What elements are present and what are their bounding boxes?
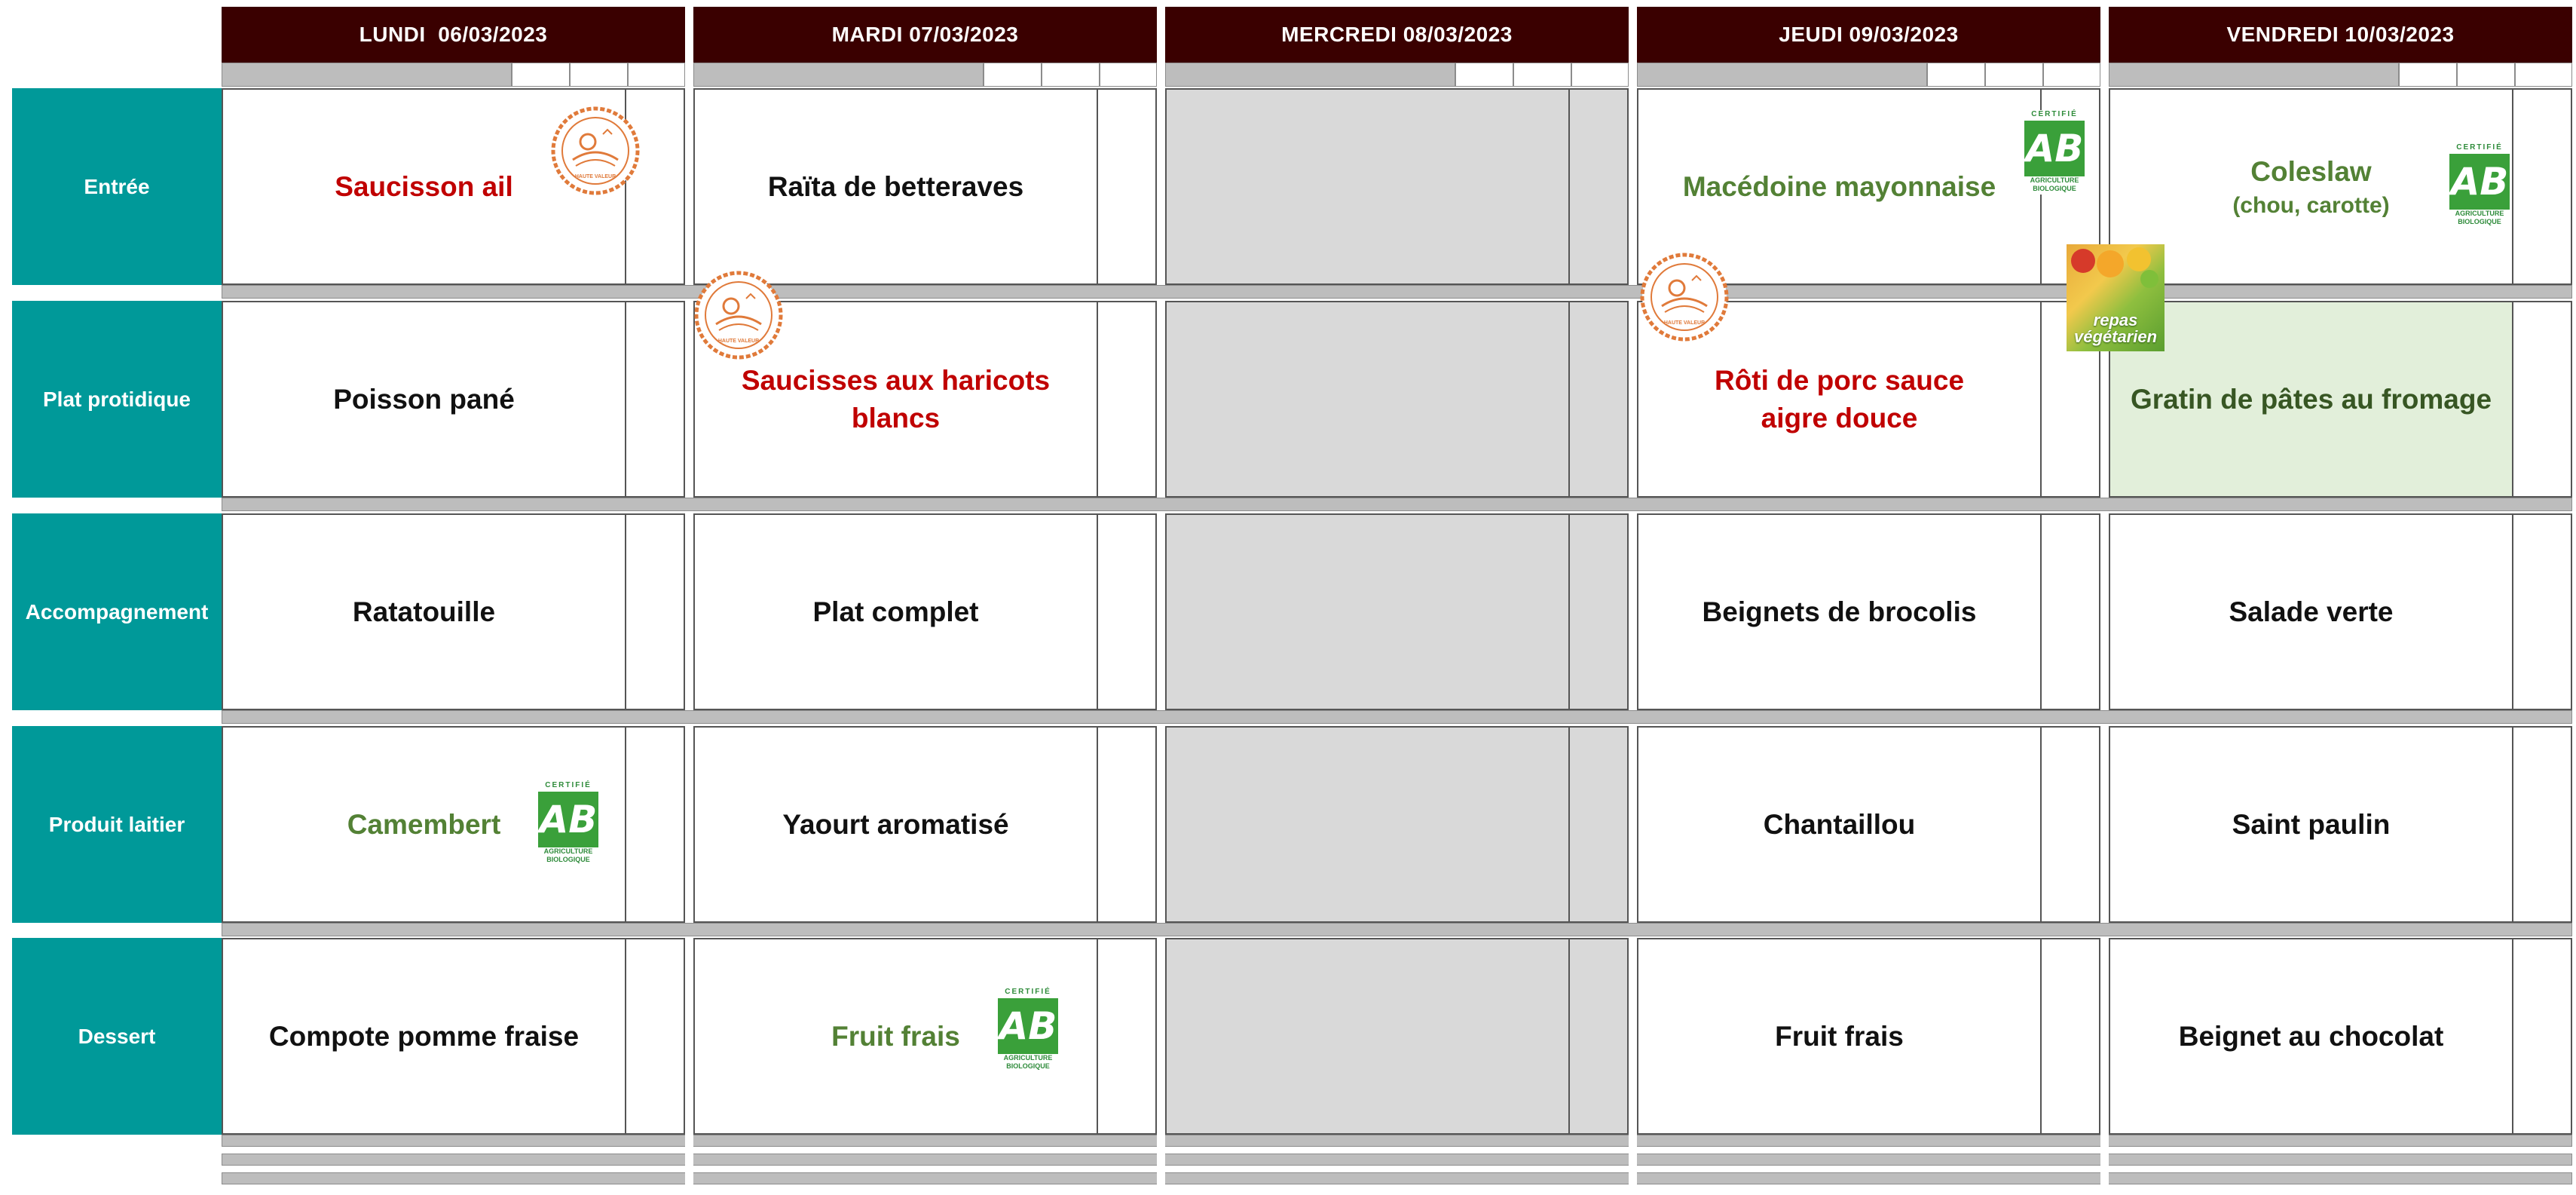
dish-name: Ratatouille bbox=[352, 596, 496, 627]
dish-name: Coleslaw bbox=[2250, 156, 2372, 188]
agriculture-biologique-icon: CERTIFIÉ AB AGRICULTURE BIOLOGIQUE bbox=[538, 781, 598, 866]
dish-name: Yaourt aromatisé bbox=[782, 808, 1009, 840]
dish-subtitle: (chou, carotte) bbox=[2232, 192, 2390, 218]
day-subheader-lundi bbox=[222, 63, 685, 87]
row-label-accompagnement: Accompagnement bbox=[12, 513, 222, 710]
day-subheader-mercredi bbox=[1165, 63, 1629, 87]
menu-cell-mercredi-dessert bbox=[1165, 938, 1629, 1135]
row-label-produit-laitier: Produit laitier bbox=[12, 726, 222, 923]
agriculture-biologique-icon: CERTIFIÉ AB AGRICULTURE BIOLOGIQUE bbox=[998, 988, 1058, 1072]
svg-text:HAUTE VALEUR: HAUTE VALEUR bbox=[1664, 320, 1705, 326]
dish-name: Chantaillou bbox=[1763, 808, 1916, 840]
menu-cell-jeudi-laitier: Chantaillou bbox=[1637, 726, 2100, 923]
menu-cell-lundi-dessert: Compote pomme fraise bbox=[222, 938, 685, 1135]
menu-cell-mercredi-plat bbox=[1165, 301, 1629, 498]
day-header-vendredi: VENDREDI 10/03/2023 bbox=[2109, 7, 2572, 63]
day-header-mercredi: MERCREDI 08/03/2023 bbox=[1165, 7, 1629, 63]
day-header-lundi: LUNDI 06/03/2023 bbox=[222, 7, 685, 63]
dish-name: Raïta de betteraves bbox=[767, 170, 1024, 202]
menu-cell-jeudi-accompagnement: Beignets de brocolis bbox=[1637, 513, 2100, 710]
haute-valeur-environnementale-icon: HAUTE VALEUR bbox=[694, 271, 783, 360]
dish-name: Salade verte bbox=[2229, 596, 2394, 627]
svg-text:HAUTE VALEUR: HAUTE VALEUR bbox=[718, 339, 759, 344]
day-header-mardi: MARDI 07/03/2023 bbox=[693, 7, 1157, 63]
menu-cell-vendredi-dessert: Beignet au chocolat bbox=[2109, 938, 2572, 1135]
day-subheader-mardi bbox=[693, 63, 1157, 87]
row-separator bbox=[222, 498, 2572, 511]
dish-name: Plat complet bbox=[812, 596, 979, 627]
bottom-stripe bbox=[222, 1172, 2572, 1184]
dish-name: Compote pomme fraise bbox=[268, 1020, 580, 1052]
bottom-stripe bbox=[222, 1154, 2572, 1166]
dish-name: Gratin de pâtes au fromage bbox=[2110, 302, 2512, 496]
menu-cell-vendredi-accompagnement: Salade verte bbox=[2109, 513, 2572, 710]
menu-cell-mardi-entree: Raïta de betteraves bbox=[693, 88, 1157, 285]
agriculture-biologique-icon: CERTIFIÉ AB AGRICULTURE BIOLOGIQUE bbox=[2449, 143, 2510, 228]
menu-cell-mardi-laitier: Yaourt aromatisé bbox=[693, 726, 1157, 923]
menu-cell-mercredi-accompagnement bbox=[1165, 513, 1629, 710]
row-separator bbox=[222, 923, 2572, 936]
dish-name: Saint paulin bbox=[2232, 808, 2391, 840]
menu-cell-lundi-laitier: Camembert bbox=[222, 726, 685, 923]
menu-cell-jeudi-dessert: Fruit frais bbox=[1637, 938, 2100, 1135]
menu-cell-mardi-dessert: Fruit frais bbox=[693, 938, 1157, 1135]
menu-cell-vendredi-plat: Gratin de pâtes au fromage bbox=[2109, 301, 2572, 498]
day-header-jeudi: JEUDI 09/03/2023 bbox=[1637, 7, 2100, 63]
bottom-stripe bbox=[222, 1135, 2572, 1147]
dish-name: Poisson pané bbox=[333, 383, 515, 415]
menu-cell-mercredi-entree bbox=[1165, 88, 1629, 285]
repas-vegetarien-icon: repas végétarien bbox=[2067, 244, 2165, 351]
menu-cell-mardi-accompagnement: Plat complet bbox=[693, 513, 1157, 710]
day-subheader-jeudi bbox=[1637, 63, 2100, 87]
row-label-plat-protidique: Plat protidique bbox=[12, 301, 222, 498]
dish-name: Fruit frais bbox=[1775, 1020, 1904, 1052]
row-separator bbox=[222, 710, 2572, 724]
svg-text:HAUTE VALEUR: HAUTE VALEUR bbox=[575, 174, 616, 179]
agriculture-biologique-icon: CERTIFIÉ AB AGRICULTURE BIOLOGIQUE bbox=[2024, 110, 2085, 195]
menu-cell-mercredi-laitier bbox=[1165, 726, 1629, 923]
day-subheader-vendredi bbox=[2109, 63, 2572, 87]
haute-valeur-environnementale-icon: HAUTE VALEUR bbox=[551, 106, 640, 195]
dish-name: Beignet au chocolat bbox=[2178, 1020, 2444, 1052]
menu-cell-lundi-plat: Poisson pané bbox=[222, 301, 685, 498]
row-label-entree: Entrée bbox=[12, 88, 222, 285]
row-label-dessert: Dessert bbox=[12, 938, 222, 1135]
menu-cell-lundi-accompagnement: Ratatouille bbox=[222, 513, 685, 710]
haute-valeur-environnementale-icon: HAUTE VALEUR bbox=[1640, 253, 1729, 342]
menu-cell-vendredi-laitier: Saint paulin bbox=[2109, 726, 2572, 923]
dish-name: Beignets de brocolis bbox=[1702, 596, 1977, 627]
row-separator bbox=[222, 285, 2572, 299]
